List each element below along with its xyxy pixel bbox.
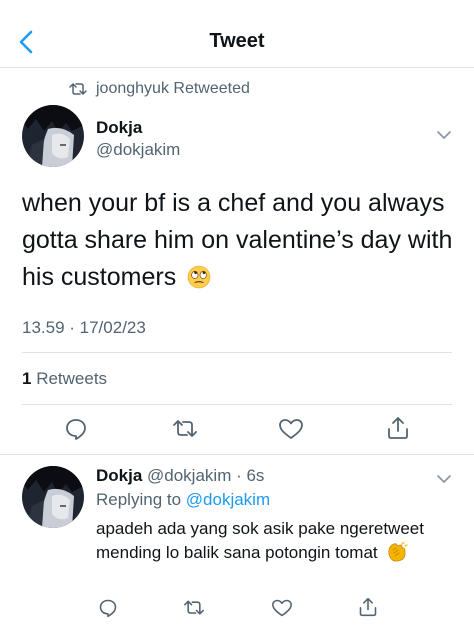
reply-avatar[interactable]: [22, 466, 84, 528]
author-name[interactable]: Dokja: [96, 118, 142, 138]
share-icon[interactable]: [386, 415, 410, 441]
retweet-count-label: Retweets: [31, 369, 108, 388]
retweet-icon: [69, 83, 87, 95]
page-title: Tweet: [209, 30, 265, 52]
retweet-count-stat[interactable]: 1 Retweets: [22, 369, 107, 389]
chevron-down-icon[interactable]: [436, 474, 452, 484]
replying-to-label: Replying to: [96, 490, 186, 509]
like-heart-icon[interactable]: [271, 598, 293, 618]
replying-to: Replying to @dokjakim: [96, 490, 270, 510]
tweet-body: when your bf is a chef and you always go…: [22, 189, 453, 291]
reply-text: apadeh ada yang sok asik pake ngeretweet…: [96, 517, 446, 565]
like-heart-icon[interactable]: [278, 417, 304, 441]
retweet-context-label: joonghyuk Retweeted: [96, 80, 250, 97]
chevron-down-icon[interactable]: [436, 130, 452, 140]
retweet-context[interactable]: joonghyuk Retweeted: [68, 80, 250, 98]
divider: [22, 404, 452, 405]
replying-to-mention[interactable]: @dokjakim: [186, 490, 270, 509]
author-handle[interactable]: @dokjakim: [96, 140, 180, 160]
top-bar: Tweet: [0, 0, 474, 68]
clapping-hands-emoji-icon: [388, 542, 408, 562]
tweet-text: when your bf is a chef and you always go…: [22, 185, 462, 296]
reply-icon[interactable]: [64, 417, 88, 441]
rolling-eyes-emoji-icon: [187, 265, 211, 289]
retweet-icon[interactable]: [172, 417, 198, 441]
reply-header[interactable]: Dokja @dokjakim · 6s: [96, 466, 264, 486]
reply-icon[interactable]: [98, 598, 118, 618]
reply-body: apadeh ada yang sok asik pake ngeretweet…: [96, 519, 424, 562]
reply-meta: @dokjakim · 6s: [142, 466, 265, 485]
reply-author-name[interactable]: Dokja: [96, 466, 142, 485]
share-icon[interactable]: [358, 596, 378, 618]
retweet-icon[interactable]: [183, 598, 205, 618]
tweet-timestamp[interactable]: 13.59 · 17/02/23: [22, 318, 146, 338]
avatar[interactable]: [22, 105, 84, 167]
divider: [22, 352, 452, 353]
divider: [0, 454, 474, 455]
